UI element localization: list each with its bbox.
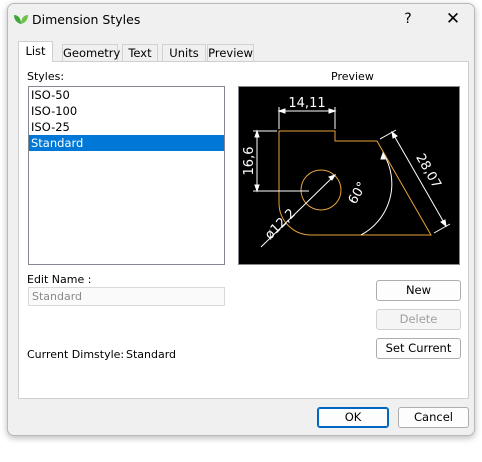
current-dimstyle-label: Current Dimstyle: (27, 348, 125, 361)
delete-button[interactable]: Delete (376, 309, 461, 330)
set-current-button[interactable]: Set Current (376, 338, 461, 359)
dimension-preview: 14,11 16,6 28,07 60° ø12,2 (238, 86, 460, 265)
dimension-styles-dialog: Dimension Styles ? ✕ List Geometry Text … (7, 3, 475, 436)
help-button[interactable]: ? (386, 4, 430, 35)
list-item-selected[interactable]: Standard (29, 135, 224, 151)
part-hole (300, 169, 342, 211)
list-item[interactable]: ISO-100 (29, 103, 224, 119)
styles-listbox[interactable]: ISO-50 ISO-100 ISO-25 Standard (28, 86, 225, 265)
tab-preview[interactable]: Preview (207, 44, 254, 62)
list-tab-panel: Styles: ISO-50 ISO-100 ISO-25 Standard P… (18, 61, 469, 399)
edit-name-field[interactable] (28, 287, 225, 306)
list-item[interactable]: ISO-50 (29, 87, 224, 103)
leaf-app-icon (14, 15, 28, 24)
tab-units[interactable]: Units (162, 44, 206, 62)
dim-diagonal-label: 28,07 (412, 151, 444, 191)
dim-angle-label: 60° (346, 180, 371, 207)
tab-geometry[interactable]: Geometry (62, 44, 120, 62)
list-item[interactable]: ISO-25 (29, 119, 224, 135)
styles-label: Styles: (27, 70, 65, 83)
dim-left-label: 16,6 (242, 147, 257, 176)
title-bar[interactable]: Dimension Styles ? ✕ (8, 4, 474, 35)
preview-label: Preview (331, 70, 374, 83)
ok-button[interactable]: OK (317, 407, 389, 428)
current-dimstyle-value: Standard (126, 348, 177, 361)
tab-text[interactable]: Text (122, 44, 158, 62)
edit-name-label: Edit Name : (27, 273, 92, 286)
tab-list[interactable]: List (18, 41, 53, 62)
window-title: Dimension Styles (32, 12, 141, 27)
close-button[interactable]: ✕ (431, 4, 474, 35)
cancel-button[interactable]: Cancel (398, 407, 469, 428)
dim-top-label: 14,11 (288, 96, 325, 111)
tab-strip: List Geometry Text Units Preview (18, 41, 468, 62)
new-button[interactable]: New (376, 280, 461, 301)
